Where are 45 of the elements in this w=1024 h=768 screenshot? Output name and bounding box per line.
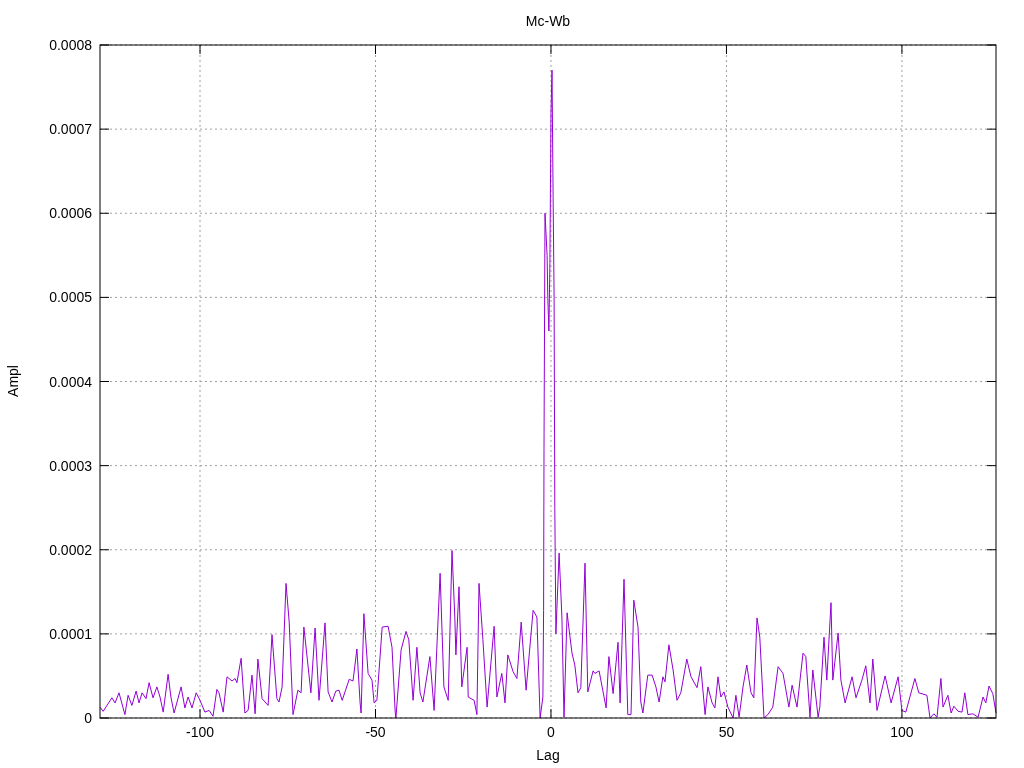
y-tick-label: 0.0003 [49, 457, 92, 474]
tick-mark [986, 381, 997, 382]
y-tick-label: 0.0006 [49, 205, 92, 222]
tick-mark [99, 717, 110, 719]
tick-mark [986, 549, 997, 551]
tick-mark [986, 465, 997, 467]
y-tick-label: 0.0001 [49, 625, 92, 642]
x-tick-label: 0 [547, 724, 555, 740]
x-axis-label: Lag [536, 747, 560, 763]
y-tick-label: 0.0008 [49, 37, 92, 53]
tick-mark [99, 212, 110, 214]
y-tick-label: 0.0005 [49, 289, 92, 306]
y-tick-label: 0.0002 [49, 541, 92, 558]
x-tick-label: 50 [718, 724, 735, 740]
tick-mark [199, 44, 201, 55]
tick-mark [986, 44, 997, 46]
tick-mark [725, 708, 727, 719]
y-tick-label: 0.0004 [49, 373, 92, 390]
tick-mark [375, 708, 376, 719]
tick-mark [99, 465, 110, 467]
chart-title: Mc-Wb [525, 13, 571, 29]
tick-mark [550, 708, 552, 719]
x-tick-label: -100 [186, 724, 215, 740]
tick-mark [986, 296, 997, 298]
tick-mark [986, 212, 997, 214]
tick-mark [99, 549, 110, 551]
tick-mark [901, 44, 903, 55]
tick-mark [986, 633, 997, 635]
tick-mark [99, 296, 110, 298]
tick-mark [99, 381, 110, 382]
tick-mark [550, 44, 552, 55]
x-tick-label: 100 [890, 724, 914, 740]
tick-mark [986, 128, 997, 130]
tick-mark [99, 633, 110, 635]
tick-mark [99, 128, 110, 130]
y-axis-label: Ampl [5, 365, 21, 397]
tick-mark [375, 44, 376, 55]
tick-mark [99, 44, 110, 46]
tick-mark [725, 44, 727, 55]
y-tick-label: 0 [84, 710, 92, 726]
tick-mark [901, 708, 903, 719]
tick-mark [199, 708, 201, 719]
y-tick-label: 0.0007 [49, 121, 92, 138]
tick-mark [986, 717, 997, 719]
x-tick-label: -50 [365, 724, 386, 740]
